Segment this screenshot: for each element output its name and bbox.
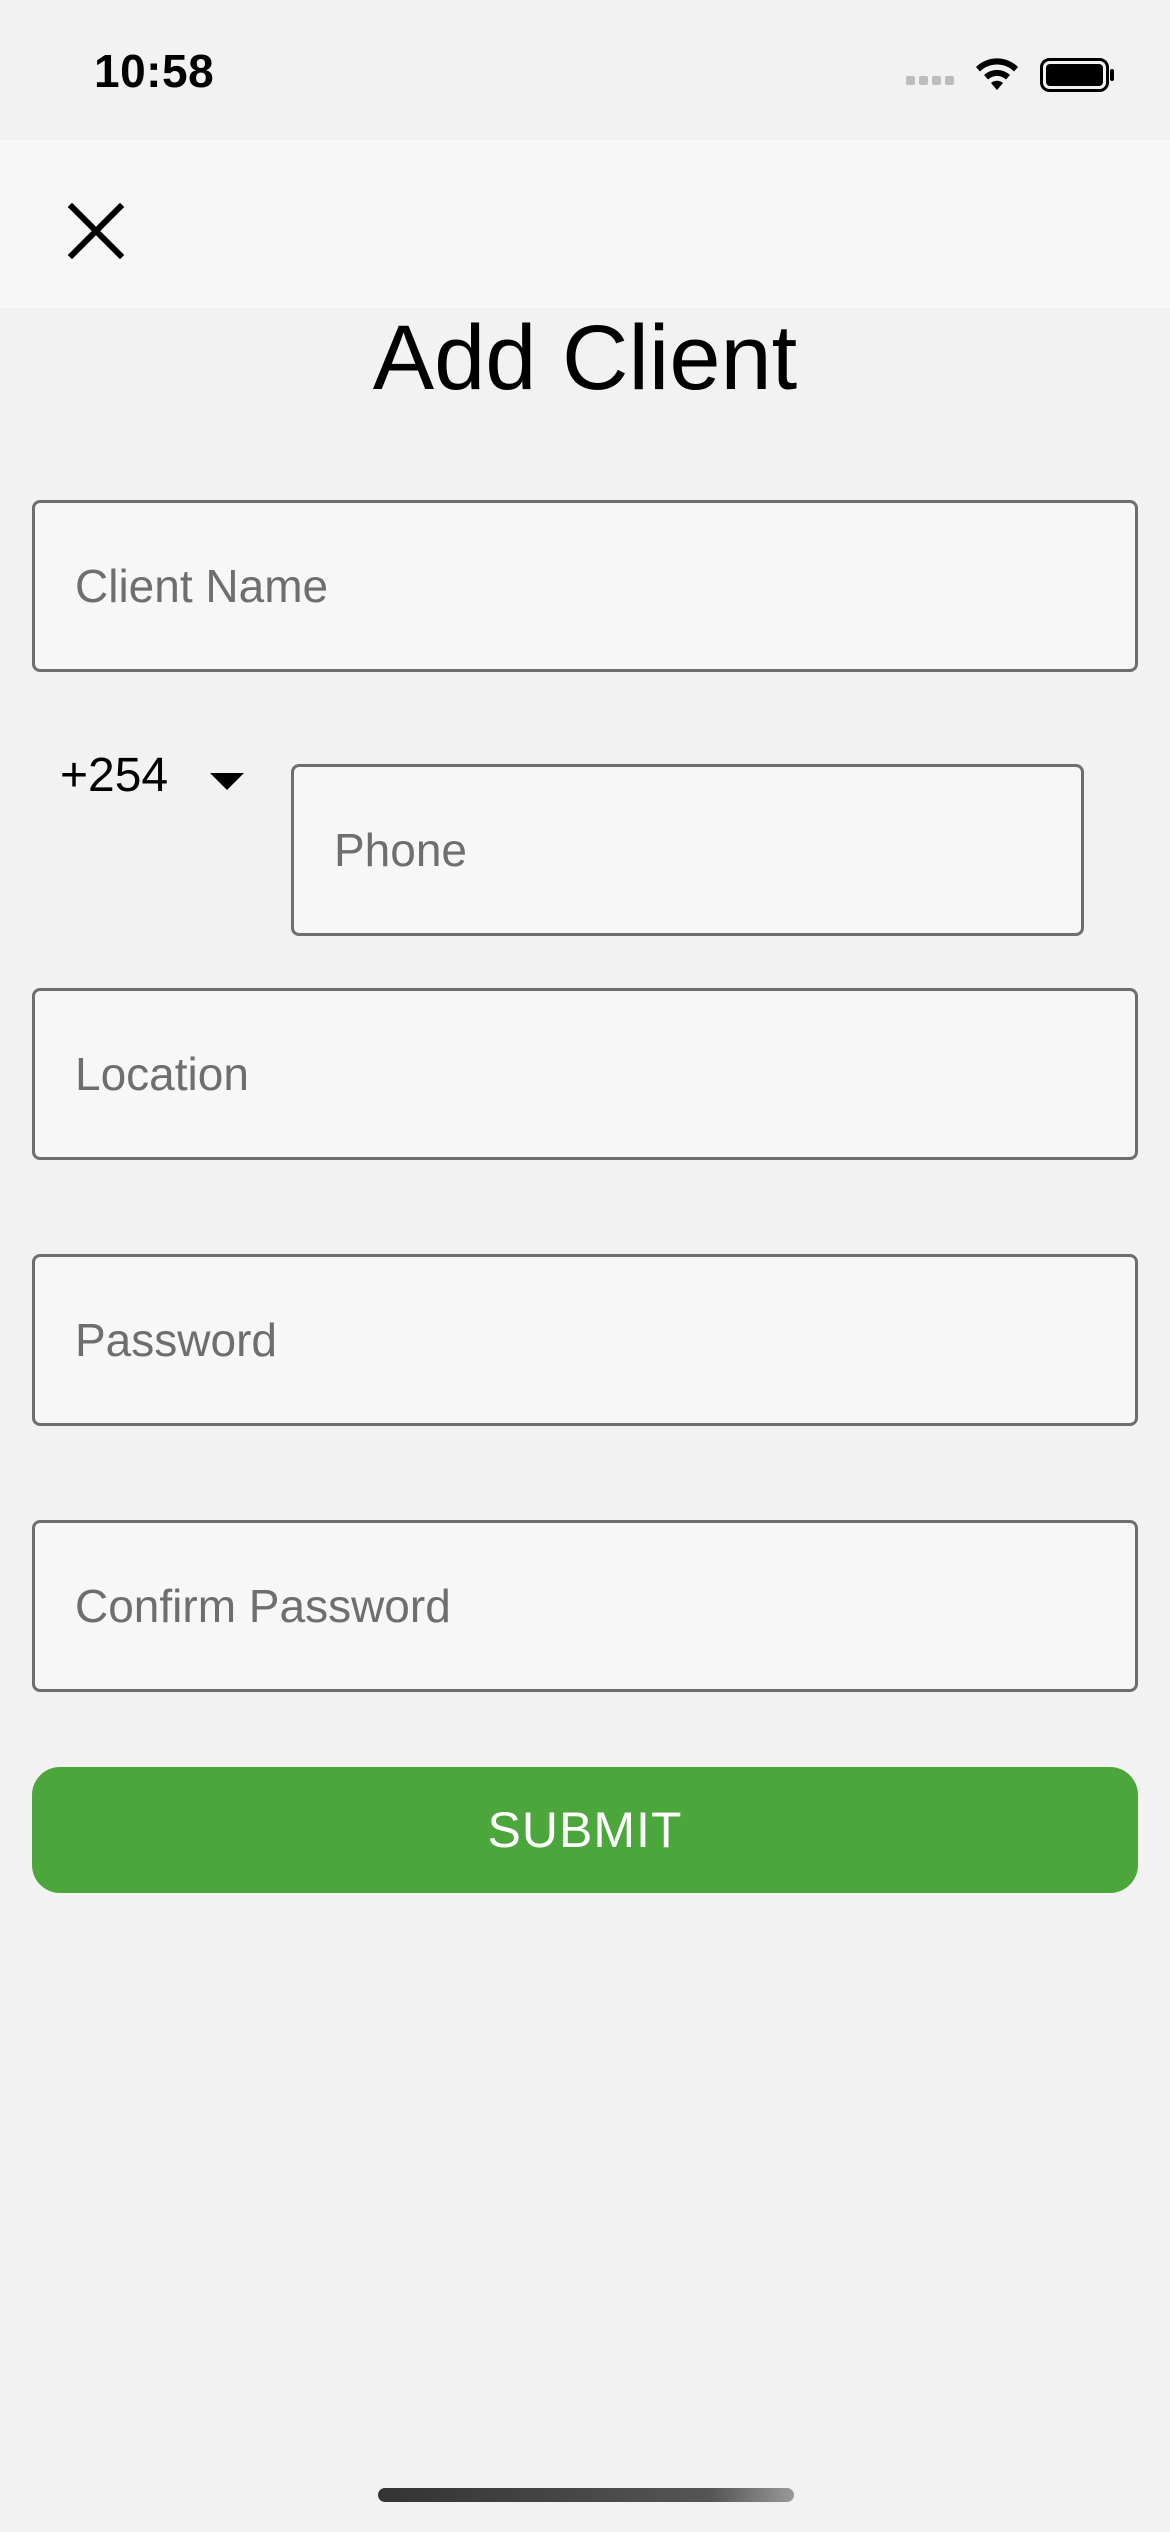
close-button[interactable] (60, 195, 132, 267)
country-code-value: +254 (60, 749, 169, 802)
nav-bar (0, 140, 1170, 308)
phone-input[interactable] (291, 764, 1084, 936)
confirm-password-input[interactable] (32, 1520, 1138, 1692)
page-title: Add Client (372, 307, 798, 409)
caret-down-icon (210, 773, 245, 790)
status-bar: 10:58 (0, 0, 1170, 140)
client-name-input[interactable] (32, 500, 1138, 672)
status-icons (906, 52, 1116, 98)
status-time: 10:58 (94, 45, 215, 97)
signal-icon (906, 75, 954, 85)
home-indicator (378, 2488, 794, 2502)
battery-icon (1040, 58, 1114, 92)
wifi-icon (976, 58, 1018, 90)
location-input[interactable] (32, 988, 1138, 1160)
country-code-selector[interactable]: +254 (60, 748, 245, 803)
password-input[interactable] (32, 1254, 1138, 1426)
submit-button[interactable]: SUBMIT (32, 1767, 1138, 1893)
close-icon (68, 203, 124, 259)
